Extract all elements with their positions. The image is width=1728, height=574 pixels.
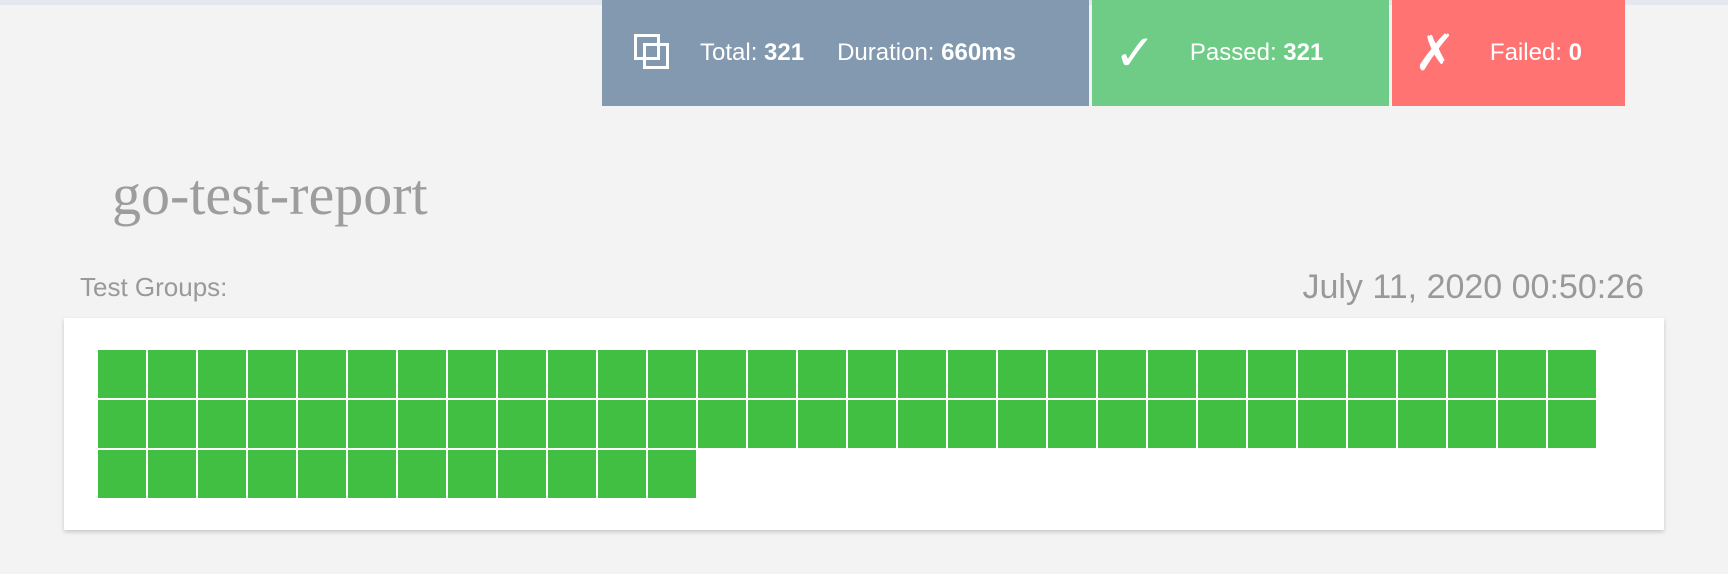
- test-group-cell[interactable]: [1448, 400, 1496, 448]
- test-groups-grid: [98, 350, 1598, 500]
- test-group-cell[interactable]: [398, 400, 446, 448]
- total-label: Total:: [700, 39, 765, 66]
- test-group-cell[interactable]: [1048, 400, 1096, 448]
- test-group-cell[interactable]: [298, 350, 346, 398]
- stacked-squares-icon: [634, 34, 672, 72]
- total-value: 321: [764, 39, 805, 66]
- test-group-cell[interactable]: [1248, 350, 1296, 398]
- test-group-cell[interactable]: [398, 350, 446, 398]
- test-group-cell[interactable]: [1098, 350, 1146, 398]
- test-group-cell[interactable]: [348, 450, 396, 498]
- test-group-cell[interactable]: [998, 350, 1046, 398]
- test-group-cell[interactable]: [798, 350, 846, 398]
- test-group-cell[interactable]: [248, 400, 296, 448]
- test-group-cell[interactable]: [1048, 350, 1096, 398]
- test-group-cell[interactable]: [298, 400, 346, 448]
- test-group-cell[interactable]: [248, 350, 296, 398]
- test-group-cell[interactable]: [498, 450, 546, 498]
- test-group-cell[interactable]: [148, 350, 196, 398]
- test-group-cell[interactable]: [1198, 400, 1246, 448]
- test-group-cell[interactable]: [348, 350, 396, 398]
- test-group-cell[interactable]: [1548, 350, 1596, 398]
- test-group-cell[interactable]: [1498, 350, 1546, 398]
- page-title: go-test-report: [112, 162, 428, 227]
- report-timestamp: July 11, 2020 00:50:26: [1302, 268, 1644, 306]
- failed-filter-button[interactable]: ✗ Failed: 0: [1392, 0, 1625, 106]
- test-group-cell[interactable]: [1398, 400, 1446, 448]
- failed-value: 0: [1568, 39, 1582, 66]
- test-group-cell[interactable]: [598, 350, 646, 398]
- test-group-cell[interactable]: [648, 350, 696, 398]
- test-group-cell[interactable]: [1148, 400, 1196, 448]
- test-group-cell[interactable]: [348, 400, 396, 448]
- test-group-cell[interactable]: [848, 400, 896, 448]
- test-group-cell[interactable]: [1548, 400, 1596, 448]
- test-group-cell[interactable]: [648, 400, 696, 448]
- test-group-cell[interactable]: [698, 350, 746, 398]
- duration-label: Duration:: [837, 39, 942, 66]
- test-groups-card: [64, 318, 1664, 530]
- test-group-cell[interactable]: [148, 400, 196, 448]
- test-group-cell[interactable]: [548, 450, 596, 498]
- test-groups-label: Test Groups:: [80, 272, 228, 302]
- test-group-cell[interactable]: [948, 400, 996, 448]
- test-group-cell[interactable]: [1248, 400, 1296, 448]
- test-group-cell[interactable]: [698, 400, 746, 448]
- test-group-cell[interactable]: [198, 400, 246, 448]
- test-group-cell[interactable]: [898, 400, 946, 448]
- test-group-cell[interactable]: [1148, 350, 1196, 398]
- test-group-cell[interactable]: [1298, 400, 1346, 448]
- test-group-cell[interactable]: [98, 450, 146, 498]
- test-group-cell[interactable]: [548, 400, 596, 448]
- test-group-cell[interactable]: [1348, 400, 1396, 448]
- test-group-cell[interactable]: [398, 450, 446, 498]
- test-group-cell[interactable]: [1498, 400, 1546, 448]
- total-panel: Total: 321 Duration: 660ms: [602, 0, 1089, 106]
- test-group-cell[interactable]: [1448, 350, 1496, 398]
- test-group-cell[interactable]: [98, 350, 146, 398]
- test-group-cell[interactable]: [498, 350, 546, 398]
- test-group-cell[interactable]: [448, 400, 496, 448]
- passed-filter-button[interactable]: ✓ Passed: 321: [1092, 0, 1389, 106]
- passed-text: Passed: 321: [1190, 39, 1323, 67]
- duration-text: Duration: 660ms: [837, 39, 1016, 67]
- test-group-cell[interactable]: [648, 450, 696, 498]
- passed-value: 321: [1283, 39, 1324, 66]
- test-group-cell[interactable]: [548, 350, 596, 398]
- test-group-cell[interactable]: [1098, 400, 1146, 448]
- test-group-cell[interactable]: [298, 450, 346, 498]
- test-group-cell[interactable]: [448, 450, 496, 498]
- test-group-cell[interactable]: [1298, 350, 1346, 398]
- test-group-cell[interactable]: [248, 450, 296, 498]
- test-group-cell[interactable]: [598, 400, 646, 448]
- test-group-cell[interactable]: [748, 400, 796, 448]
- test-group-cell[interactable]: [448, 350, 496, 398]
- total-text: Total: 321: [700, 39, 804, 67]
- failed-text: Failed: 0: [1490, 39, 1582, 67]
- test-group-cell[interactable]: [498, 400, 546, 448]
- failed-label: Failed:: [1489, 39, 1569, 66]
- test-group-cell[interactable]: [1198, 350, 1246, 398]
- test-group-cell[interactable]: [1348, 350, 1396, 398]
- cross-icon: ✗: [1414, 24, 1456, 82]
- test-group-cell[interactable]: [798, 400, 846, 448]
- test-group-cell[interactable]: [848, 350, 896, 398]
- test-group-cell[interactable]: [748, 350, 796, 398]
- test-group-cell[interactable]: [198, 450, 246, 498]
- test-group-cell[interactable]: [148, 450, 196, 498]
- test-group-cell[interactable]: [898, 350, 946, 398]
- checkmark-icon: ✓: [1114, 24, 1156, 82]
- test-group-cell[interactable]: [98, 400, 146, 448]
- duration-value: 660ms: [941, 39, 1016, 66]
- test-group-cell[interactable]: [948, 350, 996, 398]
- passed-label: Passed:: [1189, 39, 1284, 66]
- test-group-cell[interactable]: [998, 400, 1046, 448]
- test-group-cell[interactable]: [1398, 350, 1446, 398]
- summary-bar: Total: 321 Duration: 660ms ✓ Passed: 321…: [602, 0, 1625, 106]
- test-group-cell[interactable]: [598, 450, 646, 498]
- test-group-cell[interactable]: [198, 350, 246, 398]
